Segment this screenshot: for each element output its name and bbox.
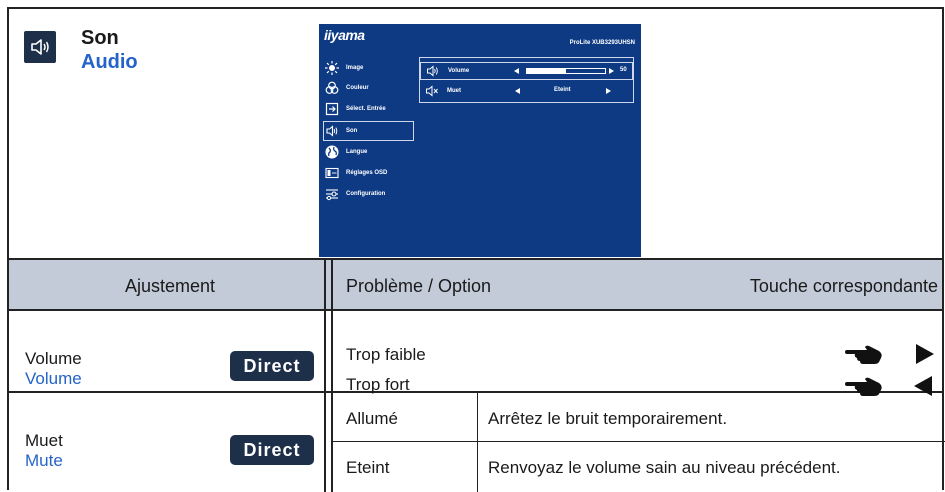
table-header: Ajustement Problème / Option Touche corr… (9, 260, 942, 311)
increase-arrow-icon[interactable] (606, 88, 611, 94)
menu-item-sound[interactable]: Son (323, 121, 414, 141)
divider (331, 260, 333, 492)
menu-item-input[interactable]: Sélect. Entrée (324, 99, 413, 119)
volume-value: 50 (620, 67, 627, 73)
right-arrow-icon (916, 344, 934, 364)
speaker-icon (426, 65, 440, 77)
table-row: Volume Volume Direct Trop faible Trop fo… (9, 311, 942, 396)
menu-item-configuration[interactable]: Configuration (324, 184, 413, 204)
brightness-icon (324, 60, 340, 76)
menu-item-color[interactable]: Couleur (324, 78, 413, 98)
option-description: Arrêtez le bruit temporairement. (488, 409, 728, 428)
decrease-arrow-icon[interactable] (515, 88, 520, 94)
direct-badge: Direct (230, 435, 314, 465)
option-text: Eteint (346, 458, 390, 477)
settings-icon (324, 186, 340, 202)
color-icon (324, 80, 340, 96)
osd-icon (324, 165, 340, 181)
input-icon (324, 101, 340, 117)
menu-item-label: Son (346, 128, 358, 134)
sound-settings-panel: Volume 50 Muet Eteint (419, 57, 634, 103)
table-row: Muet Mute Direct Allumé Arrêtez le bruit… (9, 393, 942, 492)
header-adjustment: Ajustement (125, 276, 216, 296)
pointing-hand-icon (845, 345, 882, 364)
item-name-en: Volume (25, 369, 82, 388)
increase-arrow-icon[interactable] (609, 68, 614, 74)
mute-row[interactable]: Muet Eteint (420, 82, 633, 100)
header-problem-option: Problème / Option (346, 276, 492, 296)
mute-speaker-icon (425, 85, 439, 97)
mute-value: Eteint (554, 87, 571, 93)
menu-item-language[interactable]: Langue (324, 142, 413, 162)
menu-item-osd-settings[interactable]: Réglages OSD (324, 163, 413, 183)
mute-label: Muet (447, 88, 461, 94)
page-frame: Son Audio iiyama ProLite XUB3293UHSN Ima… (7, 7, 945, 492)
item-name-fr: Volume (25, 349, 82, 368)
header-section: Son Audio iiyama ProLite XUB3293UHSN Ima… (9, 9, 942, 260)
volume-row[interactable]: Volume 50 (420, 62, 633, 80)
option-text: Allumé (346, 409, 398, 428)
brand-logo: iiyama (324, 27, 365, 43)
volume-slider-fill (527, 69, 566, 73)
speaker-icon (324, 123, 340, 139)
menu-item-label: Langue (346, 149, 368, 155)
menu-item-label: Réglages OSD (346, 170, 388, 176)
header-key: Touche correspondante (749, 276, 938, 296)
item-name-en: Mute (25, 451, 63, 470)
osd-screen: iiyama ProLite XUB3293UHSN Image Couleur… (319, 24, 641, 257)
divider (477, 393, 478, 492)
page-title: Son (81, 27, 119, 49)
divider (324, 260, 326, 492)
problem-text: Trop fort (346, 375, 410, 394)
decrease-arrow-icon[interactable] (514, 68, 519, 74)
menu-item-label: Image (346, 65, 364, 71)
menu-item-label: Couleur (346, 85, 369, 91)
direct-badge: Direct (230, 351, 314, 381)
menu-item-label: Configuration (346, 191, 386, 197)
menu-item-label: Sélect. Entrée (346, 106, 386, 112)
page-subtitle: Audio (81, 51, 138, 73)
volume-slider[interactable] (526, 68, 606, 74)
divider (333, 441, 945, 442)
item-name-fr: Muet (25, 431, 63, 450)
problem-text: Trop faible (346, 345, 426, 364)
option-description: Renvoyaz le volume sain au niveau précéd… (488, 458, 841, 477)
speaker-icon (24, 31, 56, 63)
menu-item-image[interactable]: Image (324, 58, 413, 78)
volume-label: Volume (448, 68, 470, 74)
globe-icon (324, 144, 340, 160)
model-name: ProLite XUB3293UHSN (569, 40, 635, 46)
